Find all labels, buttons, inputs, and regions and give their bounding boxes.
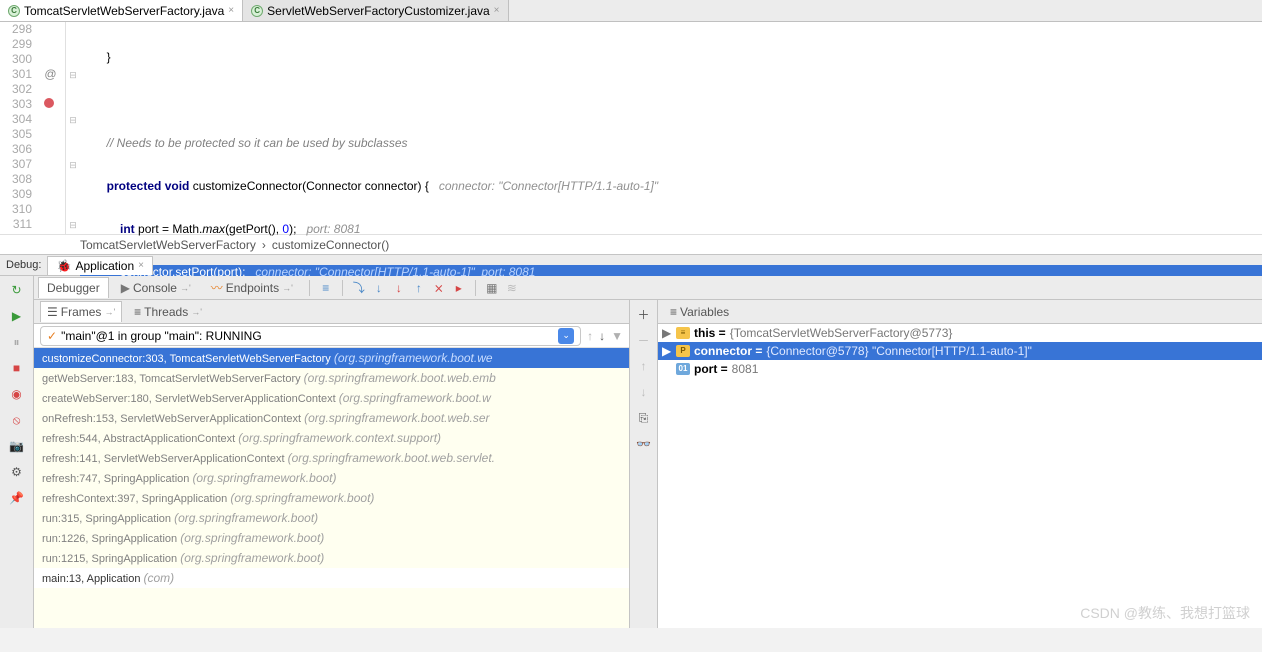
close-icon[interactable]: × xyxy=(228,5,234,16)
code-content[interactable]: } // Needs to be protected so it can be … xyxy=(80,22,1262,234)
variable-row[interactable]: ▶≡ this = {TomcatServletWebServerFactory… xyxy=(658,324,1262,342)
rerun-icon[interactable]: ↻ xyxy=(9,282,25,298)
thread-selector-row: ✓ "main"@1 in group "main": RUNNING ⌄ ↑ … xyxy=(34,324,629,348)
new-watch-icon[interactable]: ＋ xyxy=(636,306,652,322)
camera-icon[interactable]: 📷 xyxy=(9,438,25,454)
stop-icon[interactable]: ■ xyxy=(9,360,25,376)
view-breakpoints-icon[interactable]: ◉ xyxy=(9,386,25,402)
breadcrumb-method[interactable]: customizeConnector() xyxy=(272,238,389,252)
run-to-cursor-icon[interactable]: ▸ xyxy=(451,280,467,296)
frame-row[interactable]: refresh:747, SpringApplication (org.spri… xyxy=(34,468,629,488)
evaluate-icon[interactable]: ▦ xyxy=(484,280,500,296)
vars-toolbar: ＋ － ↑ ↓ ⎘ 👓 xyxy=(630,300,658,628)
tab-console[interactable]: ▶Console →' xyxy=(113,278,199,298)
pin-icon[interactable]: 📌 xyxy=(9,490,25,506)
frame-row[interactable]: onRefresh:153, ServletWebServerApplicati… xyxy=(34,408,629,428)
frame-row[interactable]: refresh:544, AbstractApplicationContext … xyxy=(34,428,629,448)
frame-row[interactable]: run:1226, SpringApplication (org.springf… xyxy=(34,528,629,548)
close-icon[interactable]: × xyxy=(138,260,144,271)
tab-frames[interactable]: ☰ Frames →' xyxy=(40,301,122,322)
mute-breakpoints-icon[interactable]: ⦸ xyxy=(9,412,25,428)
variable-row[interactable]: ▶P connector = {Connector@5778} "Connect… xyxy=(658,342,1262,360)
tab-variables[interactable]: ≡ Variables xyxy=(664,302,735,322)
run-config-tab[interactable]: 🐞 Application × xyxy=(47,256,153,275)
frames-pane: ☰ Frames →' ≡ Threads →' ✓ "main"@1 in g… xyxy=(34,300,630,628)
tab-tomcat-factory[interactable]: C TomcatServletWebServerFactory.java × xyxy=(0,0,243,21)
trace-icon[interactable]: ≋ xyxy=(504,280,520,296)
drop-frame-icon[interactable]: ⨯ xyxy=(431,280,447,296)
remove-watch-icon[interactable]: － xyxy=(636,332,652,348)
force-step-into-icon[interactable]: ↓ xyxy=(391,280,407,296)
fold-column[interactable]: ⊟⊟⊟⊟ xyxy=(66,22,80,234)
line-numbers: 2982993003013023033043053063073083093103… xyxy=(0,22,36,234)
code-editor[interactable]: 2982993003013023033043053063073083093103… xyxy=(0,22,1262,234)
down-icon[interactable]: ↓ xyxy=(636,384,652,400)
editor-tab-bar: C TomcatServletWebServerFactory.java × C… xyxy=(0,0,1262,22)
frame-list[interactable]: customizeConnector:303, TomcatServletWeb… xyxy=(34,348,629,628)
watches-icon[interactable]: 👓 xyxy=(636,436,652,452)
step-over-icon[interactable]: ⤵ xyxy=(351,280,367,296)
close-icon[interactable]: × xyxy=(494,5,500,16)
tab-label: TomcatServletWebServerFactory.java xyxy=(24,4,224,18)
frame-row[interactable]: getWebServer:183, TomcatServletWebServer… xyxy=(34,368,629,388)
filter-icon[interactable]: ▼ xyxy=(611,329,623,343)
java-class-icon: C xyxy=(8,5,20,17)
debug-panel: ↻ ▶ ⏸ ■ ◉ ⦸ 📷 ⚙ 📌 Debugger ▶Console →' 〰… xyxy=(0,276,1262,628)
debug-label: Debug: xyxy=(6,259,41,271)
tab-threads[interactable]: ≡ Threads →' xyxy=(128,302,208,322)
breakpoint-icon[interactable] xyxy=(44,98,54,108)
dropdown-icon[interactable]: ⌄ xyxy=(558,328,574,344)
prev-frame-icon[interactable]: ↑ xyxy=(587,329,593,343)
step-into-icon[interactable]: ↓ xyxy=(371,280,387,296)
tab-debugger[interactable]: Debugger xyxy=(38,277,109,298)
frame-row[interactable]: run:315, SpringApplication (org.springfr… xyxy=(34,508,629,528)
variables-list[interactable]: ▶≡ this = {TomcatServletWebServerFactory… xyxy=(658,324,1262,628)
gutter-marks[interactable]: @ xyxy=(36,22,66,234)
chevron-right-icon: › xyxy=(262,238,266,252)
copy-icon[interactable]: ⎘ xyxy=(636,410,652,426)
frame-row[interactable]: run:1215, SpringApplication (org.springf… xyxy=(34,548,629,568)
pause-icon[interactable]: ⏸ xyxy=(9,334,25,350)
frame-row[interactable]: customizeConnector:303, TomcatServletWeb… xyxy=(34,348,629,368)
up-icon[interactable]: ↑ xyxy=(636,358,652,374)
thread-dropdown[interactable]: ✓ "main"@1 in group "main": RUNNING ⌄ xyxy=(40,326,581,346)
tab-customizer[interactable]: C ServletWebServerFactoryCustomizer.java… xyxy=(243,0,508,21)
tab-label: ServletWebServerFactoryCustomizer.java xyxy=(267,4,490,18)
bug-icon: 🐞 xyxy=(56,259,71,273)
frame-row[interactable]: main:13, Application (com) xyxy=(34,568,629,588)
step-out-icon[interactable]: ↑ xyxy=(411,280,427,296)
show-execution-point-icon[interactable]: ≡ xyxy=(318,280,334,296)
settings-icon[interactable]: ⚙ xyxy=(9,464,25,480)
variables-pane: ＋ － ↑ ↓ ⎘ 👓 ≡ Variables ▶≡ this = {Tomca… xyxy=(630,300,1262,628)
frame-row[interactable]: refreshContext:397, SpringApplication (o… xyxy=(34,488,629,508)
debug-side-toolbar: ↻ ▶ ⏸ ■ ◉ ⦸ 📷 ⚙ 📌 xyxy=(0,276,34,628)
breadcrumb-class[interactable]: TomcatServletWebServerFactory xyxy=(80,238,256,252)
java-class-icon: C xyxy=(251,5,263,17)
debug-toolbar: Debugger ▶Console →' 〰Endpoints →' ≡ ⤵ ↓… xyxy=(34,276,1262,300)
variable-row[interactable]: 01 port = 8081 xyxy=(658,360,1262,378)
resume-icon[interactable]: ▶ xyxy=(9,308,25,324)
tab-endpoints[interactable]: 〰Endpoints →' xyxy=(203,276,301,299)
next-frame-icon[interactable]: ↓ xyxy=(599,329,605,343)
check-icon: ✓ xyxy=(47,329,57,343)
frame-row[interactable]: refresh:141, ServletWebServerApplication… xyxy=(34,448,629,468)
frame-row[interactable]: createWebServer:180, ServletWebServerApp… xyxy=(34,388,629,408)
